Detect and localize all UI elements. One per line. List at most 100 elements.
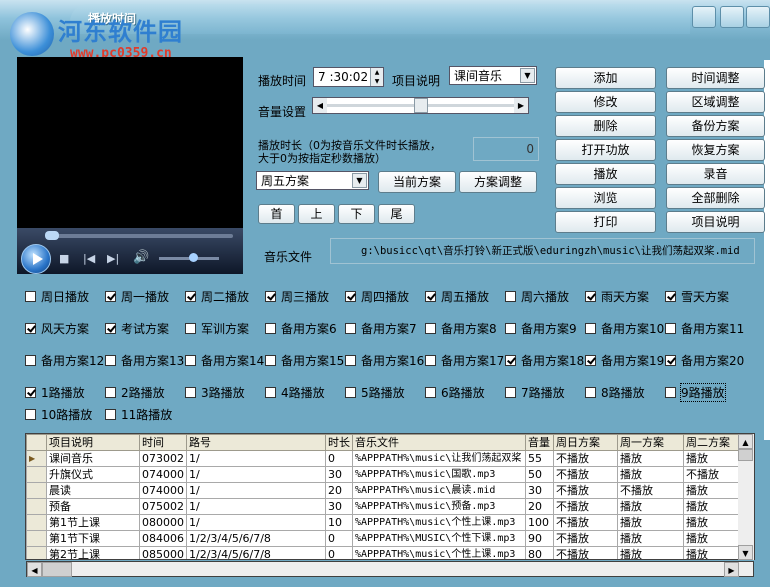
checkbox-option[interactable]: 8路播放 [585,384,645,400]
checkbox-option[interactable]: 备用方案20 [665,352,744,368]
table-cell[interactable]: %APPPATH%\music\让我们荡起双桨 [352,450,526,467]
checkbox-box[interactable] [425,354,436,366]
checkbox-box[interactable] [185,322,196,334]
table-cell[interactable]: 不播放 [553,450,618,467]
table-cell[interactable]: 第2节上课 [46,546,140,559]
backup-scheme-button[interactable]: 备份方案 [666,115,765,137]
checkbox-box[interactable] [665,322,676,334]
checkbox-box[interactable] [25,386,36,398]
table-cell[interactable]: 播放 [617,450,684,467]
table-horizontal-scrollbar[interactable]: ◀ ▶ [26,561,754,577]
table-cell[interactable]: 播放 [683,546,740,559]
table-cell[interactable]: 不播放 [617,482,684,499]
table-cell[interactable]: 0 [325,530,353,547]
checkbox-option[interactable]: 备用方案10 [585,320,664,336]
checkbox-option[interactable]: 10路播放 [25,406,92,422]
chevron-down-icon[interactable]: ▼ [352,173,367,188]
previous-icon[interactable]: |◀ [83,252,95,265]
duration-input[interactable]: 0 [473,137,539,161]
checkbox-option[interactable]: 5路播放 [345,384,405,400]
checkbox-option[interactable]: 周日播放 [25,288,89,304]
table-cell[interactable]: 074000 [139,482,187,499]
scroll-thumb[interactable] [738,449,753,461]
checkbox-option[interactable]: 备用方案7 [345,320,417,336]
last-button[interactable]: 尾 [378,204,415,224]
column-header[interactable]: 项目说明 [46,434,140,451]
scheme-adjust-button[interactable]: 方案调整 [459,171,537,193]
checkbox-option[interactable]: 1路播放 [25,384,85,400]
checkbox-box[interactable] [265,290,276,302]
checkbox-box[interactable] [265,386,276,398]
table-cell[interactable]: %APPPATH%\music\晨读.mid [352,482,526,499]
scroll-right-icon[interactable]: ▶ [724,562,739,577]
checkbox-box[interactable] [345,386,356,398]
table-cell[interactable]: 播放 [683,498,740,515]
checkbox-option[interactable]: 周五播放 [425,288,489,304]
table-cell[interactable]: 1/ [186,482,326,499]
checkbox-option[interactable]: 周六播放 [505,288,569,304]
table-cell[interactable]: 085000 [139,546,187,559]
up-button[interactable]: 上 [298,204,335,224]
table-row[interactable]: 第2节上课 085000 1/2/3/4/5/6/7/8 0 %APPPATH%\mus… [26,546,740,559]
table-cell[interactable]: 0 [325,450,353,467]
table-cell[interactable]: 080000 [139,514,187,531]
item-desc-select[interactable]: 课间音乐 ▼ [449,66,537,85]
checkbox-box[interactable] [585,322,596,334]
checkbox-option[interactable]: 7路播放 [505,384,565,400]
delete-all-button[interactable]: 全部删除 [666,187,765,209]
checkbox-box[interactable] [345,354,356,366]
checkbox-option[interactable]: 备用方案11 [665,320,744,336]
checkbox-option[interactable]: 备用方案18 [505,352,584,368]
checkbox-option[interactable]: 备用方案19 [585,352,664,368]
next-icon[interactable]: ▶| [107,252,119,265]
checkbox-box[interactable] [25,354,36,366]
checkbox-option[interactable]: 备用方案6 [265,320,337,336]
table-cell[interactable]: %APPPATH%\music\预备.mp3 [352,498,526,515]
table-row[interactable]: ▶ 课间音乐 073002 1/0 %APPPATH%\music\让我们荡起双桨 55 不… [26,450,740,467]
checkbox-option[interactable]: 军训方案 [185,320,249,336]
column-header[interactable]: 时间 [139,434,187,451]
maximize-button[interactable] [720,6,744,28]
checkbox-box[interactable] [105,386,116,398]
checkbox-option[interactable]: 备用方案9 [505,320,577,336]
checkbox-box[interactable] [185,386,196,398]
checkbox-option[interactable]: 9路播放 [665,382,726,402]
play-time-input[interactable]: 7 :30:02 ▲ ▼ [313,67,384,87]
checkbox-box[interactable] [185,290,196,302]
current-row-arrow-icon[interactable]: ▶ [26,450,47,467]
restore-scheme-button[interactable]: 恢复方案 [666,139,765,161]
table-row[interactable]: 预备 075002 1/30 %APPPATH%\music\预备.mp3 20 不播放播… [26,498,740,515]
checkbox-box[interactable] [25,290,36,302]
table-cell[interactable]: %APPPATH%\music\个性上课.mp3 [352,514,526,531]
checkbox-box[interactable] [25,408,36,420]
checkbox-option[interactable]: 周三播放 [265,288,329,304]
table-cell[interactable]: 20 [525,498,554,515]
minimize-button[interactable] [692,6,716,28]
checkbox-box[interactable] [345,322,356,334]
scroll-down-icon[interactable]: ▼ [738,545,753,560]
row-indicator[interactable] [26,514,47,531]
table-cell[interactable]: 第1节上课 [46,514,140,531]
checkbox-box[interactable] [505,290,516,302]
hscroll-thumb[interactable] [42,562,72,577]
checkbox-box[interactable] [505,386,516,398]
checkbox-box[interactable] [25,322,36,334]
column-header[interactable]: 周二方案 [683,434,740,451]
player-volume-knob[interactable] [189,253,198,262]
table-cell[interactable]: 075002 [139,498,187,515]
table-row[interactable]: 升旗仪式 074000 1/30 %APPPATH%\music\国歌.mp3 50 不播… [26,466,740,483]
row-indicator[interactable] [26,546,47,559]
row-indicator[interactable] [26,498,47,515]
table-row[interactable]: 晨读 074000 1/20 %APPPATH%\music\晨读.mid 30 不播放不… [26,482,740,499]
checkbox-box[interactable] [425,290,436,302]
checkbox-option[interactable]: 备用方案17 [425,352,504,368]
checkbox-option[interactable]: 2路播放 [105,384,165,400]
seek-knob[interactable] [45,231,59,240]
checkbox-option[interactable]: 风天方案 [25,320,89,336]
checkbox-option[interactable]: 6路播放 [425,384,485,400]
checkbox-box[interactable] [585,290,596,302]
table-cell[interactable]: 30 [325,498,353,515]
first-button[interactable]: 首 [258,204,295,224]
checkbox-option[interactable]: 备用方案13 [105,352,184,368]
table-cell[interactable]: 第1节下课 [46,530,140,547]
